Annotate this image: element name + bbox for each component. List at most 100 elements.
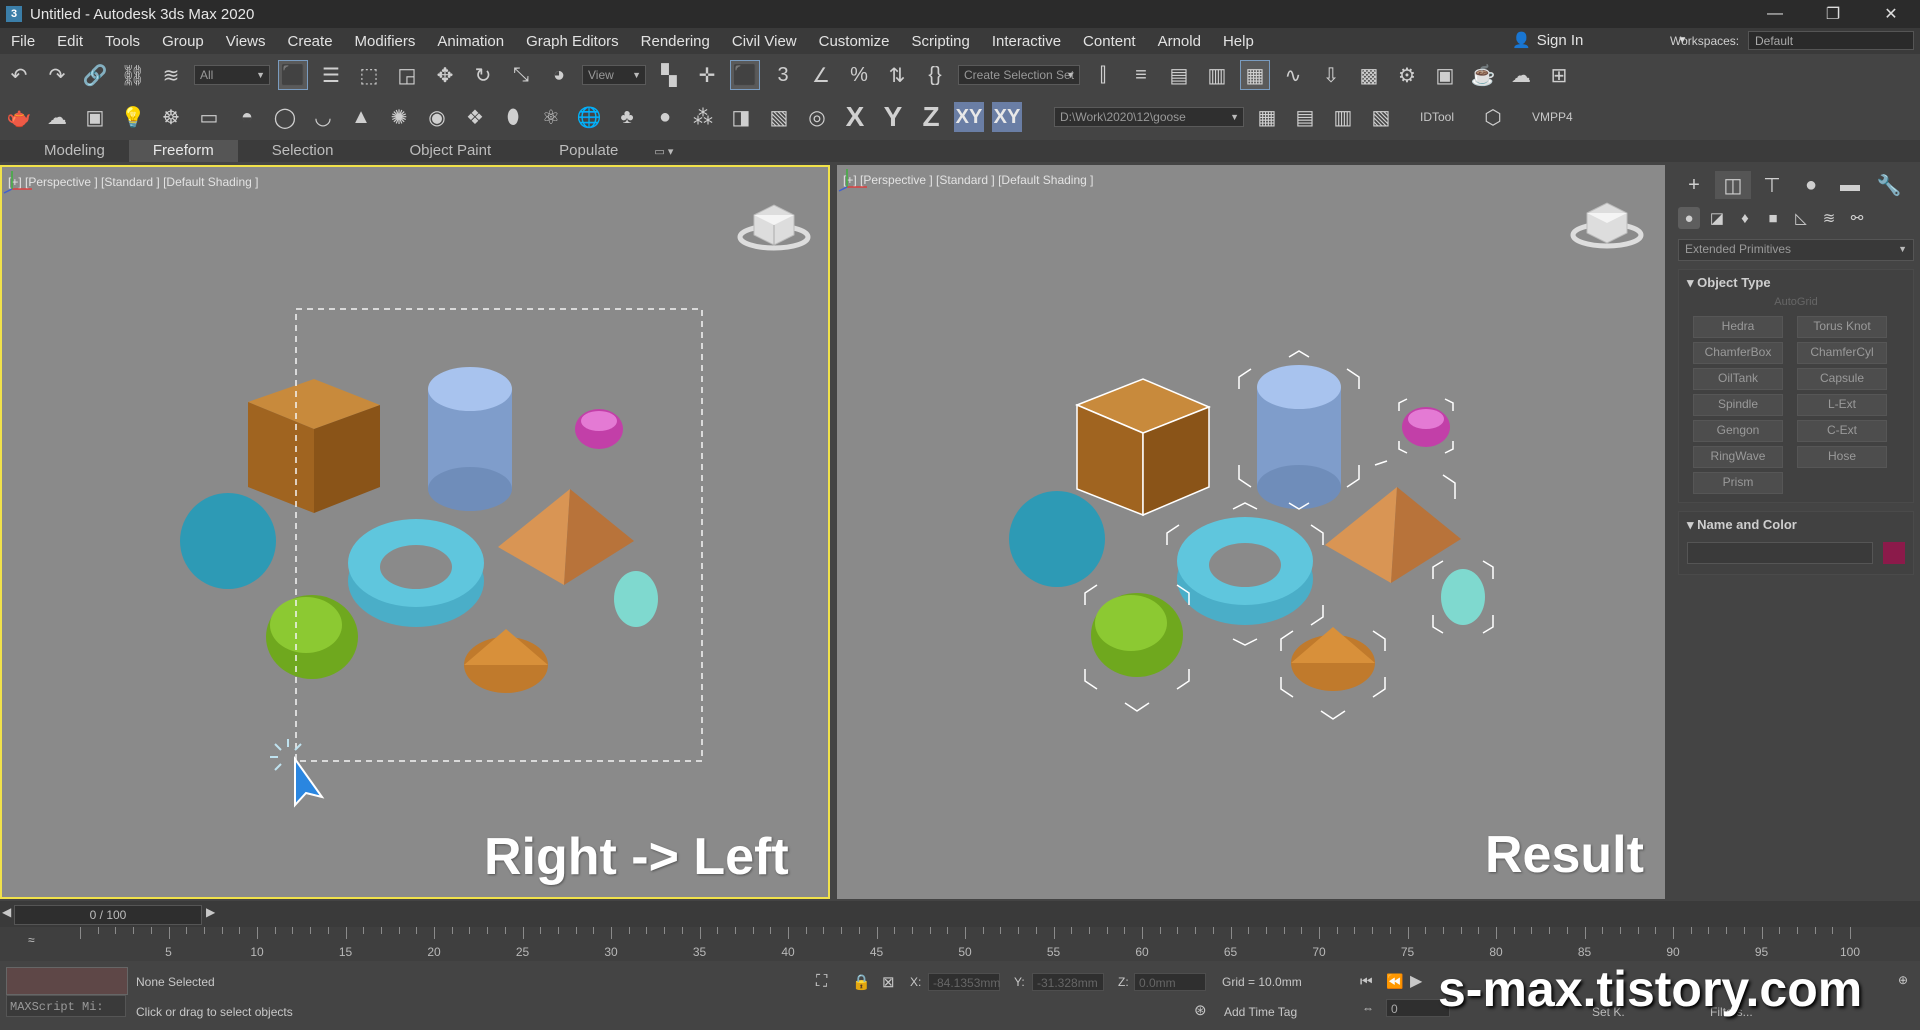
axis-x-button[interactable]: X xyxy=(840,101,870,132)
goto-start-icon[interactable]: ⏮ xyxy=(1360,973,1373,990)
capsule-object[interactable] xyxy=(614,571,658,627)
gem-object[interactable] xyxy=(1398,398,1454,454)
keyboard-shortcut-override-icon[interactable]: ⬛ xyxy=(730,60,760,90)
axis-xy-button[interactable]: XY xyxy=(954,102,984,132)
close-icon[interactable]: ✕ xyxy=(1862,0,1920,28)
spindle-button[interactable]: Spindle xyxy=(1693,394,1783,416)
sphere-icon[interactable]: ● xyxy=(650,102,680,132)
layer-explorer-icon[interactable]: ▥ xyxy=(1202,60,1232,90)
menu-help[interactable]: Help xyxy=(1212,33,1265,50)
create-tab-icon[interactable]: + xyxy=(1676,171,1712,199)
time-tag-icon[interactable]: ⊛ xyxy=(1194,1001,1207,1019)
zoom-icon[interactable]: ⊕ xyxy=(1898,973,1908,987)
motion-tab-icon[interactable]: ● xyxy=(1793,171,1829,199)
align-icon[interactable]: ≡ xyxy=(1126,60,1156,90)
maxscript-listener-output[interactable] xyxy=(6,967,128,995)
window-crossing-icon[interactable]: ◲ xyxy=(392,60,422,90)
cameras-icon[interactable]: ■ xyxy=(1762,207,1784,229)
capsule-object[interactable] xyxy=(1432,560,1494,634)
spindle-object[interactable] xyxy=(1280,627,1386,720)
z-coord-field[interactable]: 0.0mm xyxy=(1134,973,1206,991)
y-coord-field[interactable]: -31.328mm xyxy=(1032,973,1104,991)
move-icon[interactable]: ✥ xyxy=(430,60,460,90)
hose-button[interactable]: Hose xyxy=(1797,446,1887,468)
rectangular-selection-icon[interactable]: ⬚ xyxy=(354,60,384,90)
pyramid-object[interactable] xyxy=(498,489,634,585)
render-frame-icon[interactable]: ▣ xyxy=(80,102,110,132)
prev-key-icon[interactable]: ⏪ xyxy=(1386,973,1403,990)
teapot-icon[interactable]: 🫖 xyxy=(4,102,34,132)
cylinder-object[interactable] xyxy=(1238,350,1360,510)
autogrid-checkbox[interactable]: AutoGrid xyxy=(1679,296,1913,308)
prev-frame-icon[interactable]: ◀ xyxy=(2,905,11,919)
ring-icon[interactable]: ◯ xyxy=(270,102,300,132)
menu-create[interactable]: Create xyxy=(277,33,344,50)
project-folder-icon[interactable]: ▤ xyxy=(1290,102,1320,132)
tab-populate[interactable]: Populate xyxy=(535,140,642,162)
snaps-toggle-icon[interactable]: 3 xyxy=(768,60,798,90)
sphere-light-icon[interactable]: ◉ xyxy=(422,102,452,132)
project-tool-icon[interactable]: ▦ xyxy=(1252,102,1282,132)
select-by-name-icon[interactable]: ☰ xyxy=(316,60,346,90)
menu-views[interactable]: Views xyxy=(215,33,277,50)
disc-icon[interactable]: ◎ xyxy=(802,102,832,132)
render-setup-icon[interactable]: ⚙ xyxy=(1392,60,1422,90)
place-icon[interactable]: ◕ xyxy=(544,60,574,90)
menu-animation[interactable]: Animation xyxy=(426,33,515,50)
hierarchy-tab-icon[interactable]: ⊤ xyxy=(1754,171,1790,199)
menu-scripting[interactable]: Scripting xyxy=(900,33,980,50)
menu-graph-editors[interactable]: Graph Editors xyxy=(515,33,630,50)
globe-icon[interactable]: 🌐 xyxy=(574,102,604,132)
hedra-button[interactable]: Hedra xyxy=(1693,316,1783,338)
torus-object[interactable] xyxy=(1166,502,1324,646)
sphere-object[interactable] xyxy=(1009,491,1105,587)
render-in-cloud-icon[interactable]: ☁ xyxy=(1506,60,1536,90)
selection-filter-dropdown[interactable]: All xyxy=(194,65,270,85)
cylinder-object[interactable] xyxy=(428,367,512,511)
sphere-object[interactable] xyxy=(180,493,276,589)
shapes-icon[interactable]: ◪ xyxy=(1706,207,1728,229)
menu-rendering[interactable]: Rendering xyxy=(630,33,721,50)
capsule-button[interactable]: Capsule xyxy=(1797,368,1887,390)
unlink-icon[interactable]: ⛓ xyxy=(118,60,148,90)
bowl-icon[interactable]: ◡ xyxy=(308,102,338,132)
l-ext-button[interactable]: L-Ext xyxy=(1797,394,1887,416)
maximize-icon[interactable]: ❐ xyxy=(1804,0,1862,28)
color-balls-icon[interactable]: ⁂ xyxy=(688,102,718,132)
pivot-center-icon[interactable]: ▚ xyxy=(654,60,684,90)
select-object-icon[interactable]: ⬛ xyxy=(278,60,308,90)
schematic-view-icon[interactable]: ⇩ xyxy=(1316,60,1346,90)
track-bar[interactable]: ≈ 5 10 15 20 25 30 35 40 45 50 55 60 65 70 75 80 85 90 95 1… xyxy=(0,927,1920,961)
light-icon[interactable]: 💡 xyxy=(118,102,148,132)
object-type-title[interactable]: ▾ Object Type xyxy=(1679,270,1913,296)
batch-render-icon[interactable]: ▧ xyxy=(764,102,794,132)
tab-modeling[interactable]: Modeling xyxy=(20,140,129,162)
rendered-frame-window-icon[interactable]: ▣ xyxy=(1430,60,1460,90)
axis-z-button[interactable]: Z xyxy=(916,101,946,132)
scale-icon[interactable]: ⤡ xyxy=(506,60,536,90)
helpers-icon[interactable]: ◺ xyxy=(1790,207,1812,229)
menu-interactive[interactable]: Interactive xyxy=(981,33,1072,50)
viewcube-icon[interactable] xyxy=(737,204,811,251)
menu-edit[interactable]: Edit xyxy=(46,33,94,50)
c-ext-button[interactable]: C-Ext xyxy=(1797,420,1887,442)
geometry-icon[interactable]: ● xyxy=(1678,207,1700,229)
tab-object-paint[interactable]: Object Paint xyxy=(385,140,515,162)
redo-icon[interactable]: ↷ xyxy=(42,60,72,90)
oiltank-button[interactable]: OilTank xyxy=(1693,368,1783,390)
tab-selection[interactable]: Selection xyxy=(248,140,358,162)
rotate-icon[interactable]: ↻ xyxy=(468,60,498,90)
menu-arnold[interactable]: Arnold xyxy=(1147,33,1212,50)
torus-object[interactable] xyxy=(348,519,484,627)
green-sphere-object[interactable] xyxy=(1084,584,1190,712)
gengon-button[interactable]: Gengon xyxy=(1693,420,1783,442)
chamferbox-button[interactable]: ChamferBox xyxy=(1693,342,1783,364)
play-icon[interactable]: ▶ xyxy=(1410,971,1422,991)
menu-customize[interactable]: Customize xyxy=(808,33,901,50)
prism-button[interactable]: Prism xyxy=(1693,472,1783,494)
object-color-swatch[interactable] xyxy=(1883,542,1905,564)
particles-icon[interactable]: ❖ xyxy=(460,102,490,132)
menu-tools[interactable]: Tools xyxy=(94,33,151,50)
menu-modifiers[interactable]: Modifiers xyxy=(344,33,427,50)
vmpp-label[interactable]: VMPP4 xyxy=(1532,110,1573,124)
